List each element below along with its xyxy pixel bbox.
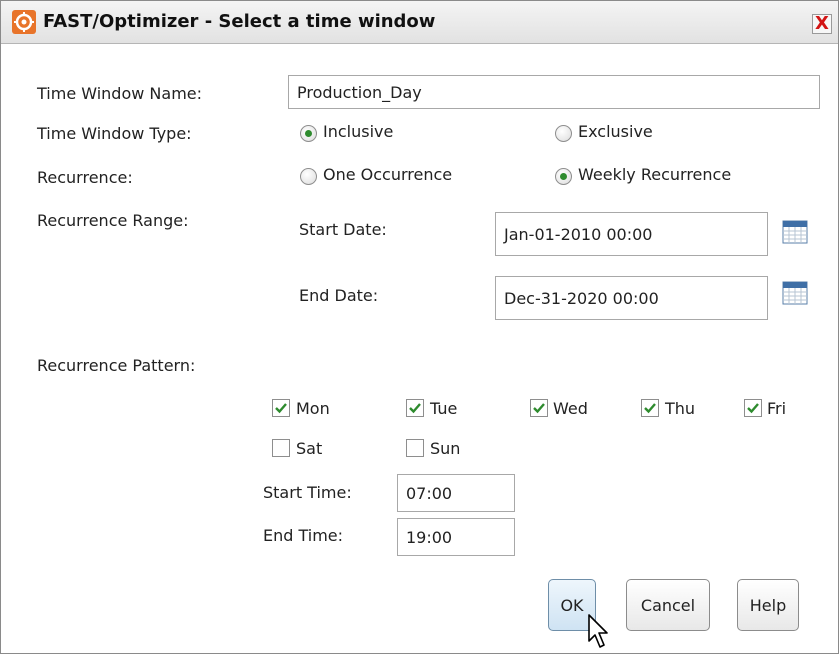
checkbox-sun-label[interactable]: Sun	[430, 439, 460, 458]
radio-inclusive-label[interactable]: Inclusive	[323, 122, 393, 141]
radio-weekly-recurrence[interactable]	[555, 168, 572, 185]
cancel-button[interactable]: Cancel	[626, 579, 710, 631]
checkbox-mon[interactable]	[272, 399, 290, 417]
checkbox-sat-label[interactable]: Sat	[296, 439, 322, 458]
title-bar[interactable]: FAST/Optimizer - Select a time window X	[1, 1, 838, 44]
checkbox-tue[interactable]	[406, 399, 424, 417]
end-time-label: End Time:	[263, 526, 344, 545]
time-window-name-value: Production_Day	[297, 82, 422, 102]
radio-weekly-recurrence-label[interactable]: Weekly Recurrence	[578, 165, 731, 184]
calendar-icon[interactable]	[782, 280, 808, 306]
window-title: FAST/Optimizer - Select a time window	[43, 11, 436, 32]
end-time-input[interactable]: 19:00	[397, 518, 515, 556]
checkbox-sat[interactable]	[272, 439, 290, 457]
time-window-name-label: Time Window Name:	[37, 84, 203, 103]
radio-inclusive[interactable]	[300, 125, 317, 142]
recurrence-range-label: Recurrence Range:	[37, 211, 189, 230]
checkbox-thu[interactable]	[641, 399, 659, 417]
radio-one-occurrence-label[interactable]: One Occurrence	[323, 165, 452, 184]
start-date-value: Jan-01-2010 00:00	[504, 224, 653, 244]
end-date-input[interactable]: Dec-31-2020 00:00	[495, 276, 768, 320]
close-icon: X	[815, 13, 829, 34]
checkbox-wed[interactable]	[530, 399, 548, 417]
orange-gear-icon	[12, 10, 36, 34]
checkbox-sun[interactable]	[406, 439, 424, 457]
checkmark-icon	[409, 403, 421, 414]
checkbox-thu-label[interactable]: Thu	[665, 399, 695, 418]
calendar-icon[interactable]	[782, 219, 808, 245]
start-date-input[interactable]: Jan-01-2010 00:00	[495, 212, 768, 256]
end-time-value: 19:00	[406, 527, 453, 547]
checkmark-icon	[533, 403, 545, 414]
start-time-label: Start Time:	[263, 483, 352, 502]
checkmark-icon	[644, 403, 656, 414]
end-date-value: Dec-31-2020 00:00	[504, 288, 659, 308]
checkbox-tue-label[interactable]: Tue	[430, 399, 457, 418]
checkmark-icon	[747, 403, 759, 414]
time-window-name-input[interactable]: Production_Day	[288, 75, 820, 109]
cancel-button-label: Cancel	[640, 595, 696, 615]
checkbox-fri[interactable]	[744, 399, 762, 417]
time-window-dialog: FAST/Optimizer - Select a time window X …	[0, 0, 839, 654]
ok-button-label: OK	[560, 595, 584, 615]
radio-one-occurrence[interactable]	[300, 168, 317, 185]
start-time-value: 07:00	[406, 483, 453, 503]
recurrence-pattern-label: Recurrence Pattern:	[37, 356, 196, 375]
start-time-input[interactable]: 07:00	[397, 474, 515, 512]
recurrence-label: Recurrence:	[37, 168, 133, 187]
checkbox-mon-label[interactable]: Mon	[296, 399, 330, 418]
radio-exclusive-label[interactable]: Exclusive	[578, 122, 653, 141]
checkmark-icon	[275, 403, 287, 414]
help-button-label: Help	[749, 595, 787, 615]
mouse-pointer-icon	[588, 614, 608, 648]
checkbox-wed-label[interactable]: Wed	[553, 399, 588, 418]
help-button[interactable]: Help	[737, 579, 799, 631]
close-button[interactable]: X	[812, 14, 832, 34]
end-date-label: End Date:	[299, 286, 379, 305]
radio-exclusive[interactable]	[555, 125, 572, 142]
checkbox-fri-label[interactable]: Fri	[767, 399, 786, 418]
start-date-label: Start Date:	[299, 220, 387, 239]
time-window-type-label: Time Window Type:	[37, 124, 192, 143]
